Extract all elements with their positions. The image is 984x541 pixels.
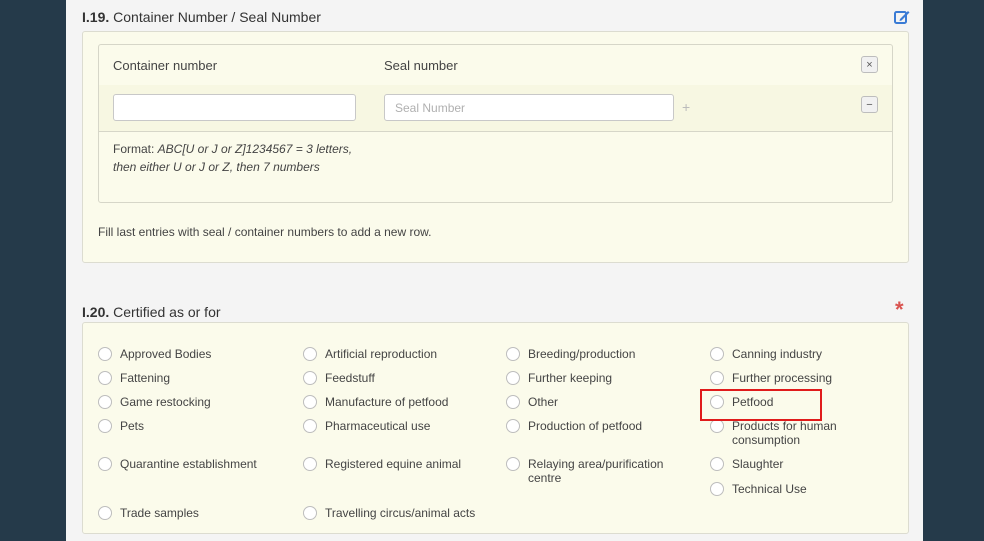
radio-circle[interactable] — [710, 395, 724, 409]
radio-label: Further processing — [732, 371, 833, 385]
seal-number-input[interactable] — [384, 94, 674, 121]
container-number-input[interactable] — [113, 94, 356, 121]
radio-circle[interactable] — [506, 395, 520, 409]
remove-row-button[interactable]: − — [861, 96, 878, 113]
radio-label: Fattening — [120, 371, 171, 385]
close-icon: × — [866, 58, 873, 71]
radio-circle[interactable] — [710, 419, 724, 433]
radio-label: Approved Bodies — [120, 347, 212, 361]
radio-label: Slaughter — [732, 457, 784, 471]
radio-label: Manufacture of petfood — [325, 395, 449, 409]
container-seal-table: Container number Seal number × + − Forma… — [98, 44, 893, 203]
required-asterisk: * — [895, 297, 904, 322]
section-i20-title: I.20. Certified as or for — [82, 304, 221, 320]
radio-label: Trade samples — [120, 506, 199, 520]
table-header: Container number Seal number × — [99, 45, 892, 86]
radio-circle[interactable] — [303, 506, 317, 520]
radio-label: Production of petfood — [528, 419, 643, 433]
radio-label: Canning industry — [732, 347, 823, 361]
seal-number-header: Seal number — [384, 58, 458, 73]
container-number-header: Container number — [113, 58, 218, 73]
section-i20-number: I.20. — [82, 304, 110, 320]
table-row: + − — [99, 85, 892, 132]
radio-label: Artificial reproduction — [325, 347, 438, 361]
radio-label: Registered equine animal — [325, 457, 462, 471]
radio-label: Technical Use — [732, 482, 807, 496]
section-i19-title: I.19. Container Number / Seal Number — [82, 9, 321, 25]
radio-label: Other — [528, 395, 559, 409]
section-i19-number: I.19. — [82, 9, 110, 25]
section-i19-label: Container Number / Seal Number — [113, 9, 321, 25]
radio-label: Further keeping — [528, 371, 613, 385]
add-row-hint: Fill last entries with seal / container … — [98, 225, 432, 239]
radio-circle[interactable] — [506, 419, 520, 433]
radio-circle[interactable] — [303, 457, 317, 471]
radio-circle[interactable] — [303, 419, 317, 433]
radio-circle[interactable] — [506, 347, 520, 361]
radio-label: Petfood — [732, 395, 774, 409]
format-help: Format: ABC[U or J or Z]1234567 = 3 lett… — [113, 140, 353, 176]
radio-label: Travelling circus/animal acts — [325, 506, 476, 520]
radio-circle[interactable] — [98, 371, 112, 385]
right-sidebar — [923, 0, 984, 541]
radio-label: Relaying area/purification centre — [528, 457, 664, 485]
radio-label: Quarantine establishment — [120, 457, 257, 471]
edit-icon[interactable] — [893, 8, 911, 26]
radio-label: Products for human consumption — [732, 419, 837, 447]
radio-label: Pets — [120, 419, 145, 433]
radio-label: Feedstuff — [325, 371, 375, 385]
radio-circle[interactable] — [98, 347, 112, 361]
radio-circle[interactable] — [710, 347, 724, 361]
add-seal-icon[interactable]: + — [682, 99, 690, 115]
remove-all-button[interactable]: × — [861, 56, 878, 73]
left-sidebar — [0, 0, 66, 541]
radio-circle[interactable] — [710, 457, 724, 471]
radio-circle[interactable] — [506, 457, 520, 471]
radio-label: Pharmaceutical use — [325, 419, 431, 433]
radio-label: Breeding/production — [528, 347, 636, 361]
radio-circle[interactable] — [303, 371, 317, 385]
minus-icon: − — [866, 98, 873, 111]
radio-circle[interactable] — [303, 347, 317, 361]
radio-circle[interactable] — [98, 506, 112, 520]
section-i20-label: Certified as or for — [113, 304, 221, 320]
radio-circle[interactable] — [98, 457, 112, 471]
radio-circle[interactable] — [710, 371, 724, 385]
radio-circle[interactable] — [710, 482, 724, 496]
radio-circle[interactable] — [98, 395, 112, 409]
radio-circle[interactable] — [303, 395, 317, 409]
radio-circle[interactable] — [98, 419, 112, 433]
radio-circle[interactable] — [506, 371, 520, 385]
format-label: Format: — [113, 142, 158, 156]
radio-label: Game restocking — [120, 395, 211, 409]
